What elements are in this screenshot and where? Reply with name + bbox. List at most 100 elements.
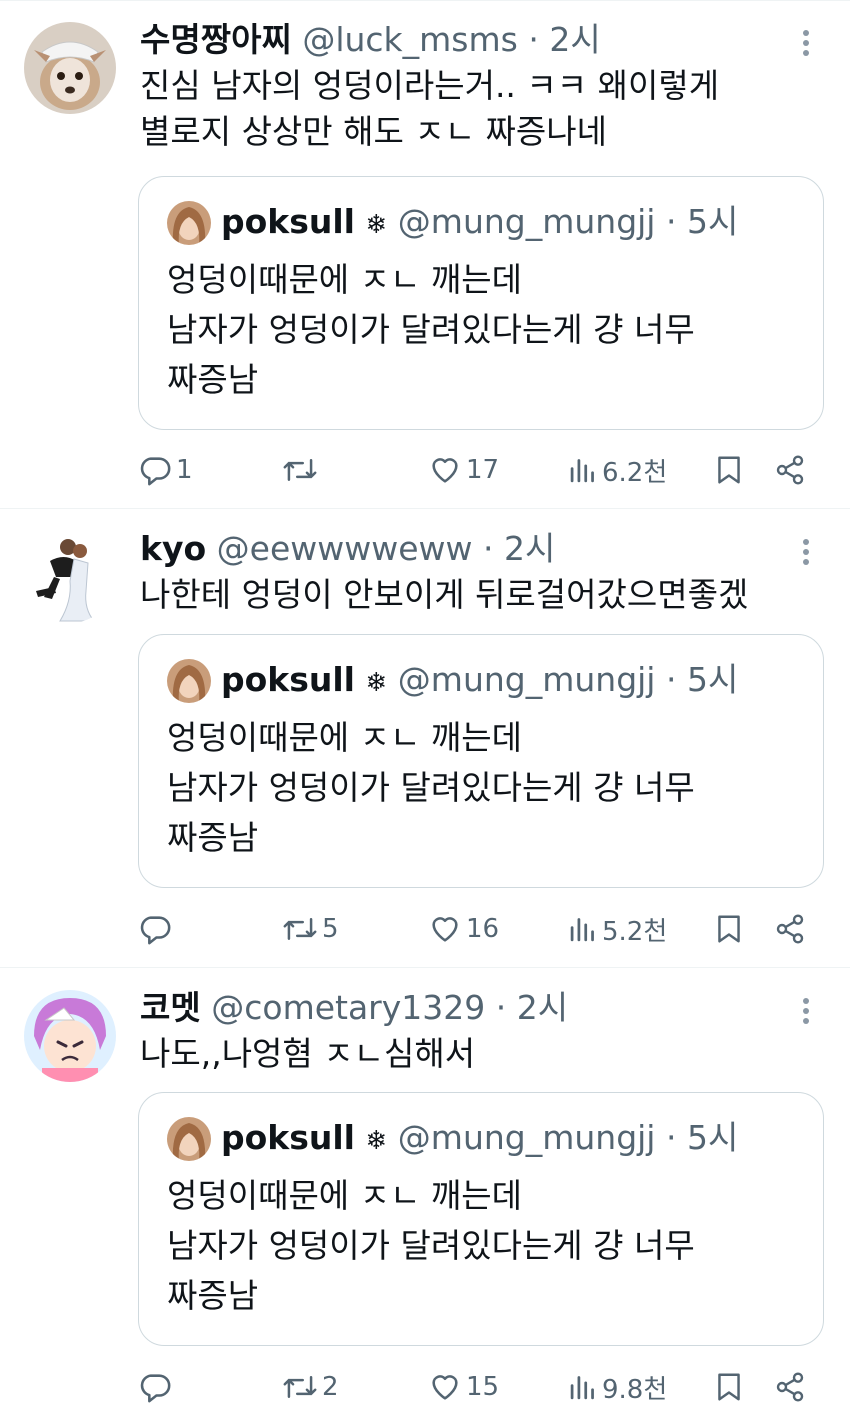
quoted-tweet[interactable]: poksull ❄ @mung_mungjj · 5시 엉덩이때문에 ㅈㄴ 깨는… <box>138 176 824 430</box>
quoted-timestamp: 5시 <box>686 660 739 699</box>
like-button[interactable]: 16 <box>428 907 499 951</box>
user-handle[interactable]: @eewwwweww <box>217 529 473 568</box>
like-button[interactable]: 17 <box>428 448 499 492</box>
avatar[interactable] <box>24 22 116 114</box>
bookmark-button[interactable] <box>714 1365 744 1409</box>
reply-icon <box>140 457 171 486</box>
quoted-text: 엉덩이때문에 ㅈㄴ 깨는데 남자가 엉덩이가 달려있다는게 걍 너무 짜증남 <box>167 718 695 857</box>
tweet-text: 나도,,나엉혐 ㅈㄴ심해서 <box>140 1034 476 1073</box>
bookmark-icon <box>718 1373 740 1401</box>
tweet[interactable]: 수명짱아찌 @luck_msms · 2시 진심 남자의 엉덩이라는거.. ㅋㅋ… <box>0 0 850 505</box>
quoted-header: poksull ❄ @mung_mungjj · 5시 <box>221 199 738 248</box>
timestamp[interactable]: 2시 <box>504 529 555 568</box>
quoted-handle: @mung_mungjj <box>397 660 656 699</box>
user-handle[interactable]: @cometary1329 <box>211 988 485 1027</box>
views-icon <box>570 1376 594 1400</box>
separator-dot: · <box>528 20 539 59</box>
share-button[interactable] <box>774 448 806 492</box>
display-name[interactable]: kyo <box>140 529 206 568</box>
quoted-display-name: poksull <box>221 660 355 699</box>
snowflake-icon: ❄ <box>365 668 388 698</box>
timestamp[interactable]: 2시 <box>517 988 568 1027</box>
share-icon <box>776 1372 804 1402</box>
retweet-count: 2 <box>322 1372 339 1402</box>
quoted-tweet[interactable]: poksull ❄ @mung_mungjj · 5시 엉덩이때문에 ㅈㄴ 깨는… <box>138 634 824 888</box>
retweet-button[interactable] <box>282 448 322 492</box>
reply-button[interactable]: 1 <box>138 448 193 492</box>
more-icon[interactable] <box>794 535 818 571</box>
reply-icon <box>140 1374 171 1403</box>
tweet[interactable]: 코멧 @cometary1329 · 2시 나도,,나엉혐 ㅈㄴ심해서 poks… <box>0 968 850 1418</box>
avatar[interactable] <box>24 990 116 1082</box>
heart-icon <box>432 1375 458 1400</box>
avatar[interactable] <box>24 531 116 623</box>
heart-icon <box>432 917 458 942</box>
reply-count: 1 <box>176 455 193 485</box>
like-count: 17 <box>466 455 500 485</box>
bookmark-button[interactable] <box>714 907 744 951</box>
views-button[interactable]: 5.2천 <box>568 907 667 951</box>
quoted-display-name: poksull <box>221 1118 355 1157</box>
tweet-text: 진심 남자의 엉덩이라는거.. ㅋㅋ 왜이렇게 별로지 상상만 해도 ㅈㄴ 짜증… <box>140 66 720 151</box>
quoted-avatar <box>167 659 211 703</box>
display-name[interactable]: 수명짱아찌 <box>140 20 292 59</box>
user-handle[interactable]: @luck_msms <box>302 20 518 59</box>
bookmark-button[interactable] <box>714 448 744 492</box>
tweet-header: kyo @eewwwweww · 2시 <box>140 527 555 571</box>
reply-button[interactable] <box>138 1365 176 1409</box>
quoted-handle: @mung_mungjj <box>397 202 656 241</box>
timestamp[interactable]: 2시 <box>549 20 600 59</box>
bookmark-icon <box>718 456 740 484</box>
quoted-header: poksull ❄ @mung_mungjj · 5시 <box>221 1115 738 1164</box>
bookmark-icon <box>718 915 740 943</box>
tweet-header: 수명짱아찌 @luck_msms · 2시 <box>140 18 601 62</box>
quoted-avatar <box>167 1117 211 1161</box>
retweet-icon <box>283 1376 317 1398</box>
snowflake-icon: ❄ <box>365 1126 388 1156</box>
views-count: 9.8천 <box>602 1374 668 1405</box>
retweet-icon <box>283 459 317 481</box>
views-icon <box>570 459 594 483</box>
action-bar: 1 17 6.2천 <box>138 448 818 492</box>
tweet[interactable]: kyo @eewwwweww · 2시 나한테 엉덩이 안보이게 뒤로걸어갔으면… <box>0 509 850 967</box>
reply-button[interactable] <box>138 907 176 951</box>
display-name[interactable]: 코멧 <box>140 988 201 1027</box>
separator-dot: · <box>665 1118 677 1157</box>
more-icon[interactable] <box>794 994 818 1030</box>
retweet-button[interactable]: 5 <box>282 907 339 951</box>
quoted-timestamp: 5시 <box>686 1118 739 1157</box>
views-button[interactable]: 9.8천 <box>568 1365 667 1409</box>
heart-icon <box>432 458 458 483</box>
separator-dot: · <box>495 988 507 1027</box>
tweet-text: 나한테 엉덩이 안보이게 뒤로걸어갔으면좋겠 <box>140 575 749 614</box>
action-bar: 5 16 5.2천 <box>138 907 818 951</box>
quoted-tweet[interactable]: poksull ❄ @mung_mungjj · 5시 엉덩이때문에 ㅈㄴ 깨는… <box>138 1092 824 1346</box>
snowflake-icon: ❄ <box>365 210 388 240</box>
quoted-text: 엉덩이때문에 ㅈㄴ 깨는데 남자가 엉덩이가 달려있다는게 걍 너무 짜증남 <box>167 260 695 399</box>
separator-dot: · <box>665 202 677 241</box>
more-icon[interactable] <box>794 26 818 62</box>
share-icon <box>776 455 804 485</box>
share-button[interactable] <box>774 1365 806 1409</box>
share-icon <box>776 914 804 944</box>
retweet-button[interactable]: 2 <box>282 1365 339 1409</box>
share-button[interactable] <box>774 907 806 951</box>
quoted-avatar <box>167 201 211 245</box>
tweet-header: 코멧 @cometary1329 · 2시 <box>140 986 568 1030</box>
views-button[interactable]: 6.2천 <box>568 448 667 492</box>
quoted-display-name: poksull <box>221 202 355 241</box>
quoted-text: 엉덩이때문에 ㅈㄴ 깨는데 남자가 엉덩이가 달려있다는게 걍 너무 짜증남 <box>167 1176 695 1315</box>
quoted-header: poksull ❄ @mung_mungjj · 5시 <box>221 657 738 706</box>
action-bar: 2 15 9.8천 <box>138 1365 818 1409</box>
views-icon <box>570 918 594 942</box>
like-count: 15 <box>466 1372 500 1402</box>
views-count: 5.2천 <box>602 916 668 947</box>
separator-dot: · <box>483 529 494 568</box>
like-button[interactable]: 15 <box>428 1365 499 1409</box>
retweet-count: 5 <box>322 914 339 944</box>
quoted-handle: @mung_mungjj <box>397 1118 656 1157</box>
retweet-icon <box>283 918 317 940</box>
views-count: 6.2천 <box>602 457 668 488</box>
quoted-timestamp: 5시 <box>686 202 739 241</box>
reply-icon <box>140 916 171 945</box>
